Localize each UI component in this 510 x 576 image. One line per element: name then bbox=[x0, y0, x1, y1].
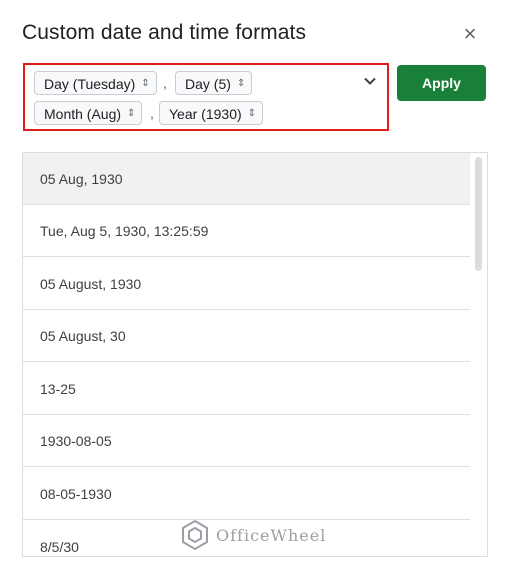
up-down-arrows-icon: ⇕ bbox=[236, 78, 246, 89]
chip-separator: , bbox=[150, 105, 154, 121]
list-item[interactable]: 13-25 bbox=[23, 363, 470, 415]
list-item[interactable]: 05 August, 1930 bbox=[23, 258, 470, 310]
list-item[interactable]: 05 Aug, 1930 bbox=[23, 153, 470, 205]
format-chip-day-number[interactable]: Day (5) ⇕ bbox=[175, 71, 253, 95]
officewheel-logo-icon bbox=[182, 519, 208, 551]
list-item[interactable]: 1930-08-05 bbox=[23, 415, 470, 467]
up-down-arrows-icon: ⇕ bbox=[141, 78, 150, 89]
list-item[interactable]: 08-05-1930 bbox=[23, 468, 470, 520]
format-list: 05 Aug, 1930 Tue, Aug 5, 1930, 13:25:59 … bbox=[22, 152, 488, 557]
format-chip-year[interactable]: Year (1930) ⇕ bbox=[159, 101, 264, 125]
up-down-arrows-icon: ⇕ bbox=[247, 108, 257, 119]
scrollbar-thumb[interactable] bbox=[475, 157, 482, 271]
format-chip-day-name[interactable]: Day (Tuesday) ⇕ bbox=[34, 71, 157, 95]
chip-label: Day (5) bbox=[185, 76, 231, 92]
up-down-arrows-icon: ⇕ bbox=[127, 108, 136, 119]
chip-label: Year (1930) bbox=[169, 106, 242, 122]
chip-label: Month (Aug) bbox=[44, 106, 122, 122]
watermark: OfficeWheel bbox=[180, 518, 326, 552]
watermark-text: OfficeWheel bbox=[216, 525, 327, 545]
chip-label: Day (Tuesday) bbox=[44, 76, 136, 92]
dialog-title: Custom date and time formats bbox=[22, 21, 307, 44]
apply-button[interactable]: Apply bbox=[397, 65, 486, 101]
close-icon[interactable]: × bbox=[458, 22, 482, 46]
list-item[interactable]: Tue, Aug 5, 1930, 13:25:59 bbox=[23, 205, 470, 257]
chevron-down-icon[interactable] bbox=[360, 71, 380, 91]
chip-separator: , bbox=[163, 75, 167, 91]
list-item[interactable]: 05 August, 30 bbox=[23, 310, 470, 362]
format-builder: Day (Tuesday) ⇕ , Day (5) ⇕ Month (Aug) ⇕ ,… bbox=[23, 63, 389, 131]
format-chip-month[interactable]: Month (Aug) ⇕ bbox=[34, 101, 143, 125]
